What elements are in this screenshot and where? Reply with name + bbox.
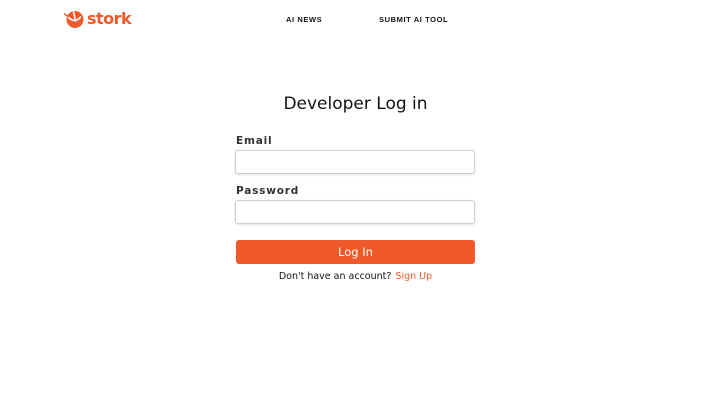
logo-link[interactable]: stork bbox=[64, 9, 132, 29]
page-title: Developer Log in bbox=[283, 94, 428, 114]
signup-prompt: Don't have an account? bbox=[278, 271, 392, 282]
password-field[interactable] bbox=[235, 200, 475, 224]
login-page: stork AI NEWS SUBMIT AI TOOL Developer L… bbox=[0, 0, 711, 400]
nav-submit-ai-tool[interactable]: SUBMIT AI TOOL bbox=[379, 15, 448, 24]
site-header: stork AI NEWS SUBMIT AI TOOL bbox=[0, 0, 711, 40]
nav-ai-news[interactable]: AI NEWS bbox=[286, 15, 322, 24]
password-label: Password bbox=[236, 185, 300, 197]
email-field[interactable] bbox=[235, 150, 475, 174]
signup-link[interactable]: Sign Up bbox=[395, 271, 432, 282]
login-button[interactable]: Log In bbox=[236, 240, 475, 264]
signup-row: Don't have an account? Sign Up bbox=[0, 270, 711, 283]
logo-wordmark: stork bbox=[87, 9, 132, 28]
stork-bird-icon bbox=[64, 10, 84, 28]
email-label: Email bbox=[236, 135, 273, 147]
